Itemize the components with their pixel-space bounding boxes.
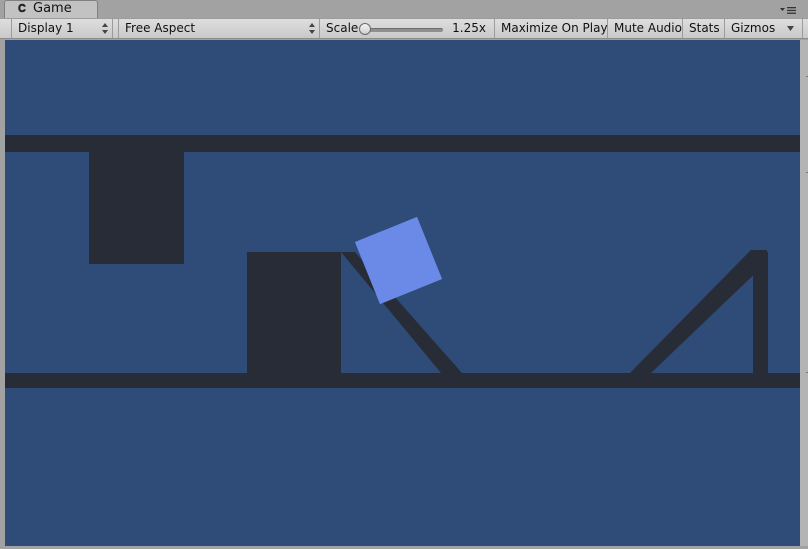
panel-border-right [800,40,808,549]
scale-slider-thumb[interactable] [359,23,372,35]
floor-wall [5,373,800,388]
scale-value: 1.25x [452,21,486,35]
tab-game[interactable]: 𝐂 Game [4,0,98,18]
context-menu-icon[interactable] [780,5,796,15]
updown-arrows-icon [309,23,315,34]
ceiling-wall [5,135,800,152]
game-toolbar: Display 1 Free Aspect Scale 1.25x Maximi… [0,18,808,39]
aspect-dropdown[interactable]: Free Aspect [118,19,320,38]
maximize-on-play-toggle[interactable]: Maximize On Play [495,19,608,38]
gizmos-dropdown[interactable]: Gizmos [725,19,803,38]
stats-toggle[interactable]: Stats [683,19,725,38]
right-post [753,252,768,373]
mute-audio-label: Mute Audio [614,21,682,35]
game-viewport[interactable] [5,40,800,546]
aspect-label: Free Aspect [125,21,196,35]
dropdown-arrow-icon [787,26,794,31]
tab-title: Game [33,1,72,16]
ground-block [247,252,341,373]
updown-arrows-icon [102,23,108,34]
stats-label: Stats [689,21,720,35]
mute-audio-toggle[interactable]: Mute Audio [608,19,683,38]
tab-bar: 𝐂 Game [0,0,808,18]
display-label: Display 1 [18,21,74,35]
unity-logo-icon: 𝐂 [18,2,26,15]
maximize-on-play-label: Maximize On Play [501,21,608,35]
scale-slider-track[interactable] [365,28,443,32]
scene-canvas[interactable] [5,40,800,546]
gizmos-label: Gizmos [731,21,776,35]
display-dropdown[interactable]: Display 1 [11,19,113,38]
scale-label: Scale [326,21,359,35]
scale-control[interactable]: Scale 1.25x [320,19,495,38]
hanging-block [89,152,184,264]
